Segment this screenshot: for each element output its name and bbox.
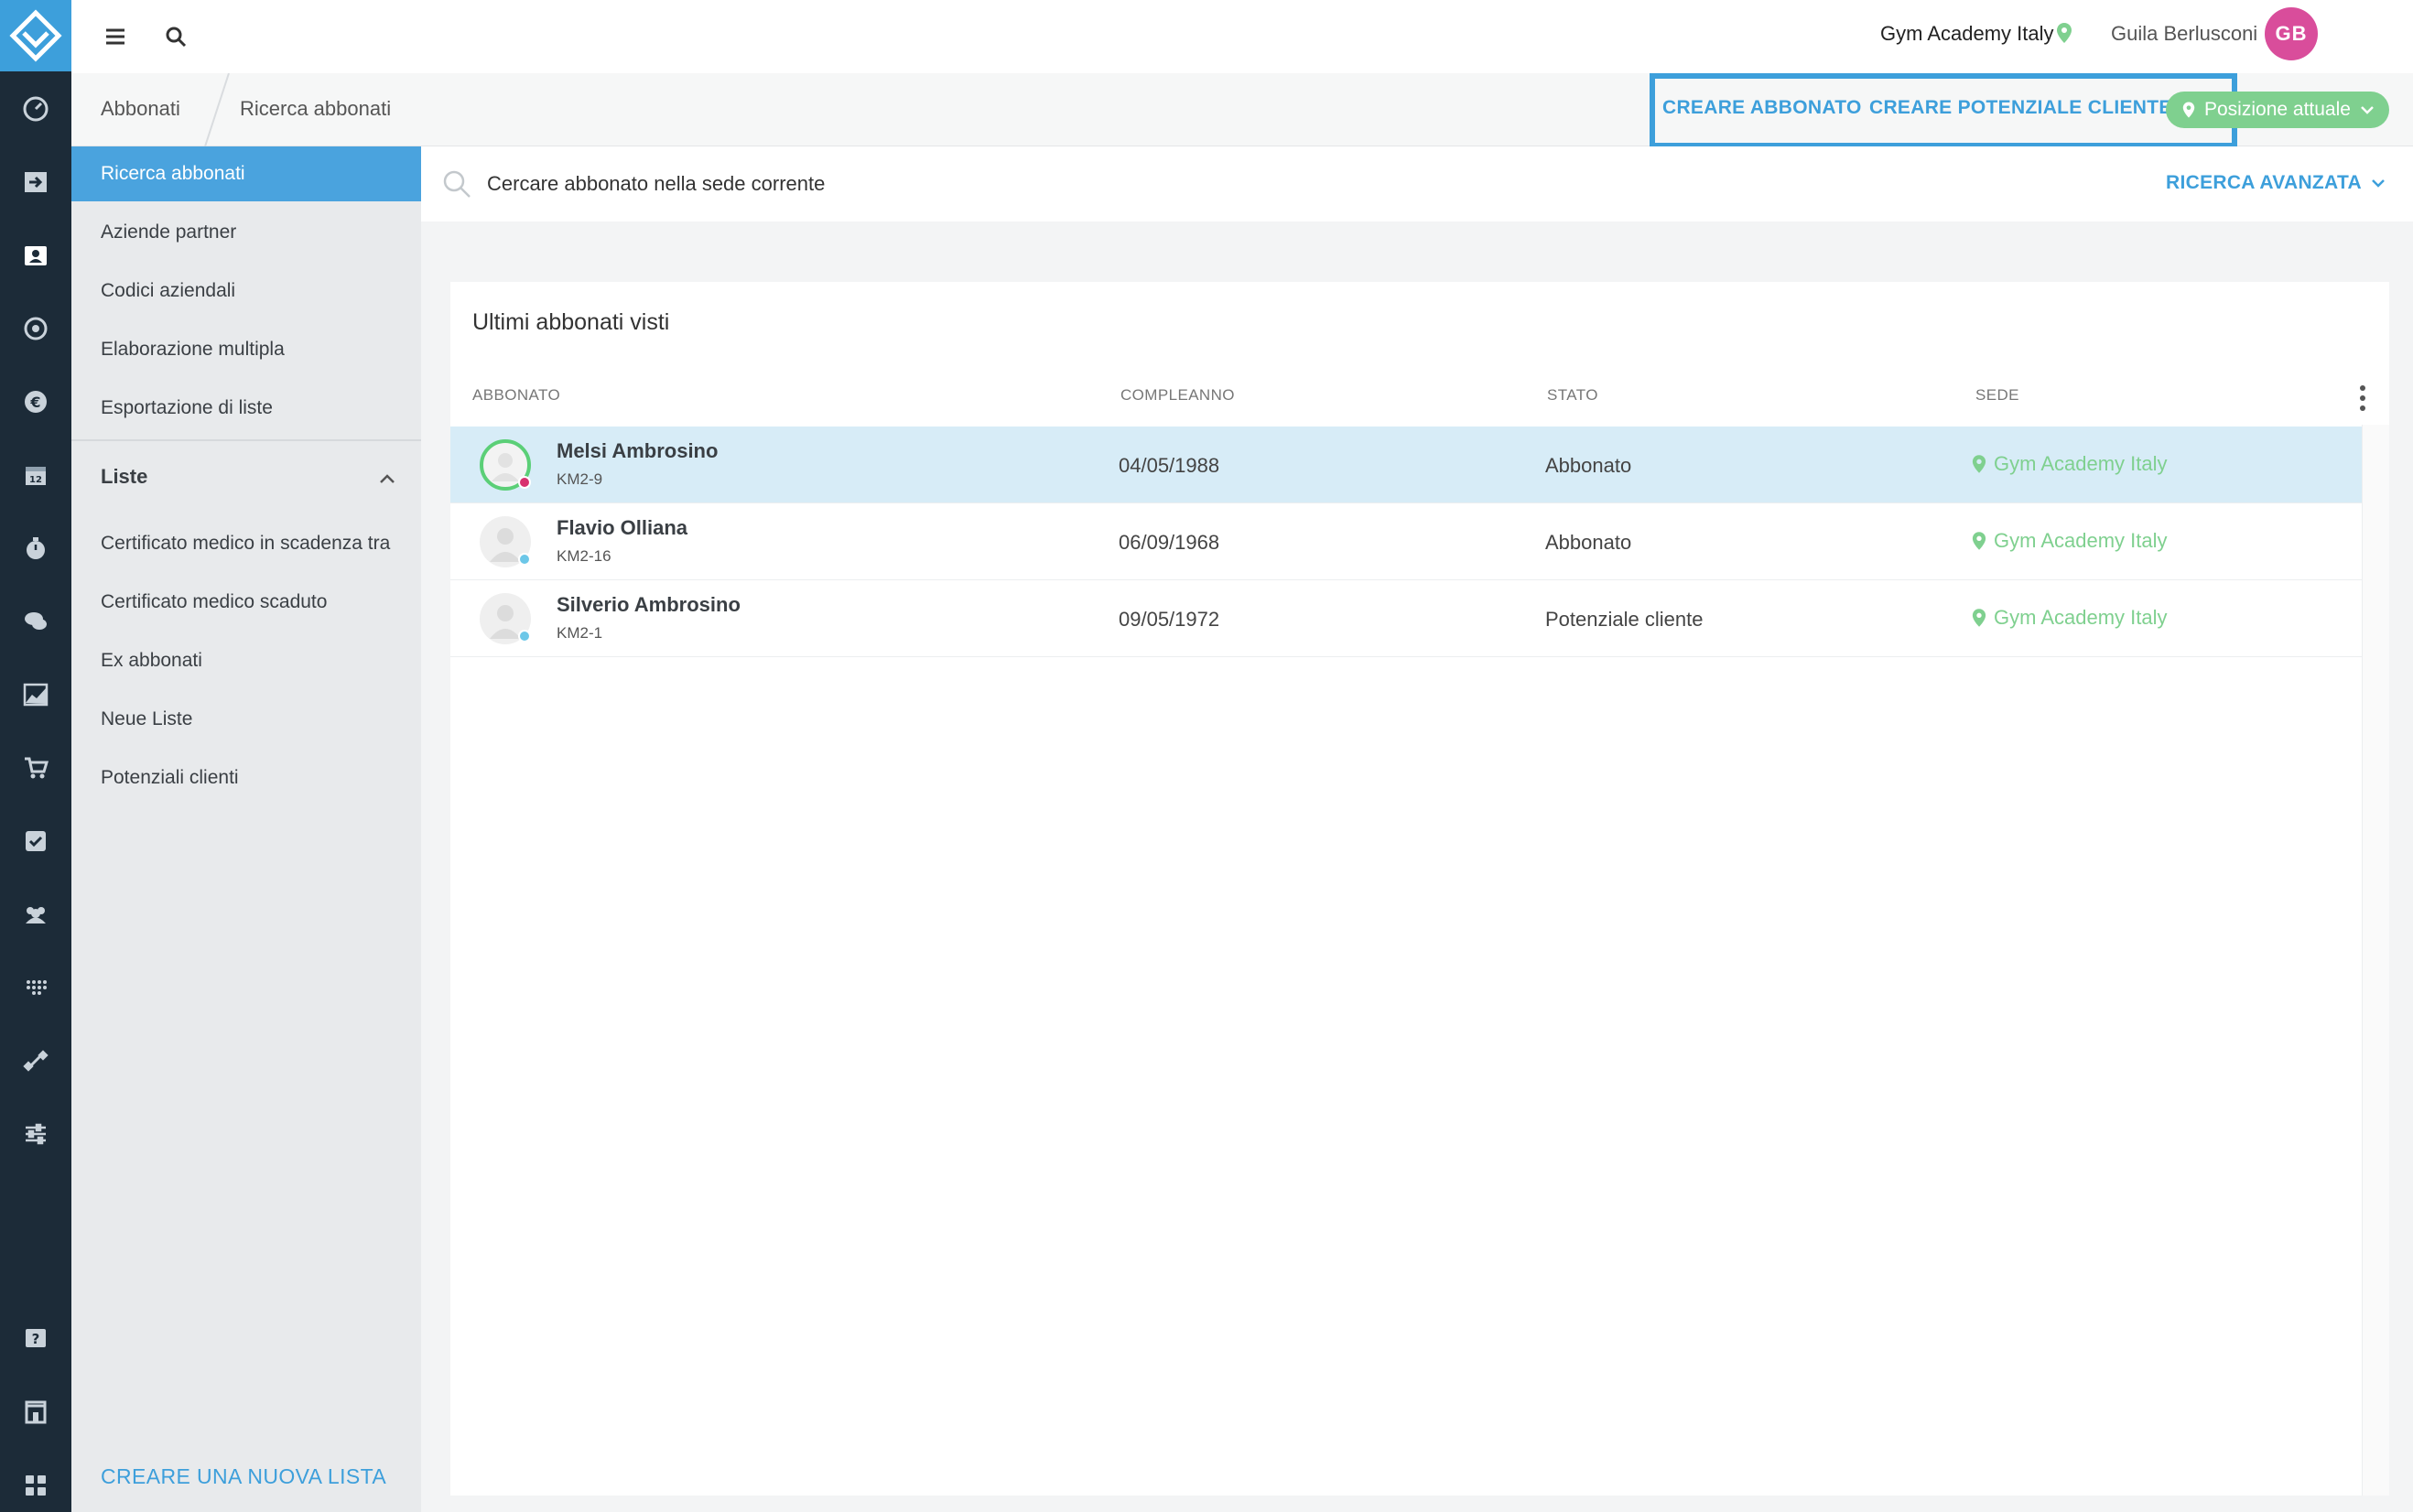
member-name[interactable]: Silverio Ambrosino: [557, 593, 741, 617]
column-header-abbonato[interactable]: ABBONATO: [472, 386, 560, 405]
breadcrumb-separator: [204, 73, 230, 146]
apps-icon[interactable]: [0, 1464, 71, 1507]
chevron-up-icon[interactable]: [373, 465, 401, 492]
member-site: Gym Academy Italy: [1972, 529, 2168, 553]
more-vertical-icon[interactable]: [2354, 383, 2371, 414]
recent-subscribers-panel: Ultimi abbonati visti ABBONATO COMPLEANN…: [450, 282, 2389, 1496]
member-birthday: 09/05/1972: [1119, 608, 1220, 631]
column-header-sede[interactable]: SEDE: [1975, 386, 2019, 405]
column-header-compleanno[interactable]: COMPLEANNO: [1120, 386, 1235, 405]
dumbbell-icon[interactable]: [0, 1040, 71, 1082]
menu-icon[interactable]: [99, 20, 132, 53]
svg-text:€: €: [29, 394, 40, 411]
member-code: KM2-1: [557, 624, 603, 642]
secondary-sidebar: Ricerca abbonati Aziende partner Codici …: [71, 146, 421, 1512]
create-new-list-button[interactable]: CREARE UNA NUOVA LISTA: [101, 1464, 386, 1489]
member-status: Abbonato: [1545, 454, 1632, 477]
member-site-label: Gym Academy Italy: [1994, 606, 2168, 629]
chevron-down-icon: [2361, 106, 2374, 114]
breadcrumb-bar: Abbonati Ricerca abbonati CREARE ABBONAT…: [71, 73, 2413, 148]
chat-icon[interactable]: [0, 600, 71, 643]
search-icon[interactable]: [159, 20, 192, 53]
panel-title: Ultimi abbonati visti: [472, 309, 670, 335]
member-status: Potenziale cliente: [1545, 608, 1704, 631]
table-row[interactable]: Silverio Ambrosino KM2-1 09/05/1972 Pote…: [450, 580, 2362, 657]
check-in-icon[interactable]: [0, 161, 71, 203]
table-row[interactable]: Flavio Olliana KM2-16 06/09/1968 Abbonat…: [450, 503, 2362, 580]
search-input[interactable]: [485, 163, 1401, 205]
sidebar-item-codici-aziendali[interactable]: Codici aziendali: [71, 264, 421, 319]
location-pin-icon: [1972, 455, 1986, 473]
dots-grid-icon[interactable]: [0, 967, 71, 1009]
position-selector[interactable]: Posizione attuale: [2166, 92, 2389, 128]
sliders-icon[interactable]: [0, 1113, 71, 1155]
scrollbar[interactable]: [2362, 425, 2389, 1496]
lists-heading[interactable]: Liste: [101, 465, 147, 489]
gear-icon[interactable]: [0, 308, 71, 350]
create-lead-button[interactable]: CREARE POTENZIALE CLIENTE: [1869, 97, 2172, 119]
calendar-icon[interactable]: 12: [0, 454, 71, 496]
cart-icon[interactable]: [0, 747, 71, 789]
user-avatar[interactable]: GB: [2265, 7, 2318, 60]
svg-text:12: 12: [29, 475, 42, 485]
member-code: KM2-9: [557, 470, 603, 488]
member-name[interactable]: Flavio Olliana: [557, 516, 687, 540]
table-row[interactable]: Melsi Ambrosino KM2-9 04/05/1988 Abbonat…: [450, 427, 2362, 503]
advanced-search-label: RICERCA AVANZATA: [2166, 172, 2362, 193]
breadcrumb-abbonati[interactable]: Abbonati: [101, 97, 180, 121]
location-pin-icon: [1972, 532, 1986, 550]
chevron-down-icon: [2372, 179, 2385, 188]
help-icon[interactable]: ?: [0, 1318, 71, 1360]
member-birthday: 06/09/1968: [1119, 531, 1220, 554]
user-name[interactable]: Guila Berlusconi: [2111, 22, 2257, 46]
advanced-search-button[interactable]: RICERCA AVANZATA: [2166, 172, 2386, 194]
sidebar-item-aziende-partner[interactable]: Aziende partner: [71, 205, 421, 260]
sidebar-item-ricerca-abbonati[interactable]: Ricerca abbonati: [71, 146, 421, 201]
location-pin-icon: [2056, 22, 2072, 49]
member-site: Gym Academy Italy: [1972, 452, 2168, 476]
sidebar-item-elaborazione-multipla[interactable]: Elaborazione multipla: [71, 322, 421, 377]
column-header-stato[interactable]: STATO: [1547, 386, 1598, 405]
search-bar: RICERCA AVANZATA: [421, 146, 2413, 221]
checkbox-icon[interactable]: [0, 820, 71, 862]
member-birthday: 04/05/1988: [1119, 454, 1220, 477]
list-item-neue-liste[interactable]: Neue Liste: [71, 692, 421, 747]
member-code: KM2-16: [557, 547, 611, 565]
list-item-certificato-scaduto[interactable]: Certificato medico scaduto: [71, 575, 421, 630]
location-pin-icon: [2182, 102, 2195, 118]
search-icon: [443, 170, 471, 198]
status-dot: [518, 630, 531, 643]
member-status: Abbonato: [1545, 531, 1632, 554]
member-site: Gym Academy Italy: [1972, 606, 2168, 630]
stopwatch-icon[interactable]: [0, 527, 71, 569]
euro-icon[interactable]: €: [0, 381, 71, 423]
member-name[interactable]: Melsi Ambrosino: [557, 439, 718, 463]
list-item-potenziali-clienti[interactable]: Potenziali clienti: [71, 751, 421, 805]
status-dot: [518, 553, 531, 566]
sidebar-divider: [71, 439, 421, 441]
member-site-label: Gym Academy Italy: [1994, 452, 2168, 475]
shop-icon[interactable]: [0, 1391, 71, 1433]
status-dot: [518, 476, 531, 489]
create-subscriber-button[interactable]: CREARE ABBONATO: [1662, 97, 1862, 119]
svg-text:?: ?: [32, 1331, 40, 1347]
icon-rail: € 12 ?: [0, 0, 71, 1512]
breadcrumb-ricerca-abbonati: Ricerca abbonati: [240, 97, 392, 120]
members-icon[interactable]: [0, 234, 71, 276]
list-item-ex-abbonati[interactable]: Ex abbonati: [71, 633, 421, 688]
app-logo-icon[interactable]: [0, 0, 71, 71]
list-item-certificato-in-scadenza[interactable]: Certificato medico in scadenza tra: [71, 516, 421, 571]
location-pin-icon: [1972, 609, 1986, 627]
chart-icon[interactable]: [0, 674, 71, 716]
group-icon[interactable]: [0, 893, 71, 935]
dashboard-icon[interactable]: [0, 88, 71, 130]
member-site-label: Gym Academy Italy: [1994, 529, 2168, 552]
position-label: Posizione attuale: [2204, 99, 2351, 120]
sidebar-item-esportazione-liste[interactable]: Esportazione di liste: [71, 381, 421, 436]
gym-name[interactable]: Gym Academy Italy: [1880, 22, 2054, 46]
